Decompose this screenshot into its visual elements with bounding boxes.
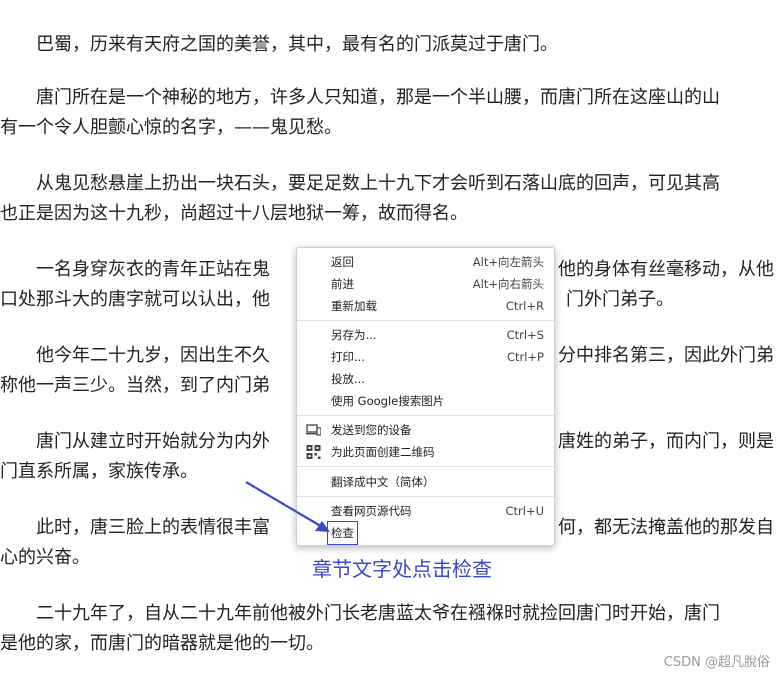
- watermark: CSDN @超凡脫俗: [663, 655, 770, 670]
- annotation-text: 章节文字处点击检查: [312, 557, 492, 581]
